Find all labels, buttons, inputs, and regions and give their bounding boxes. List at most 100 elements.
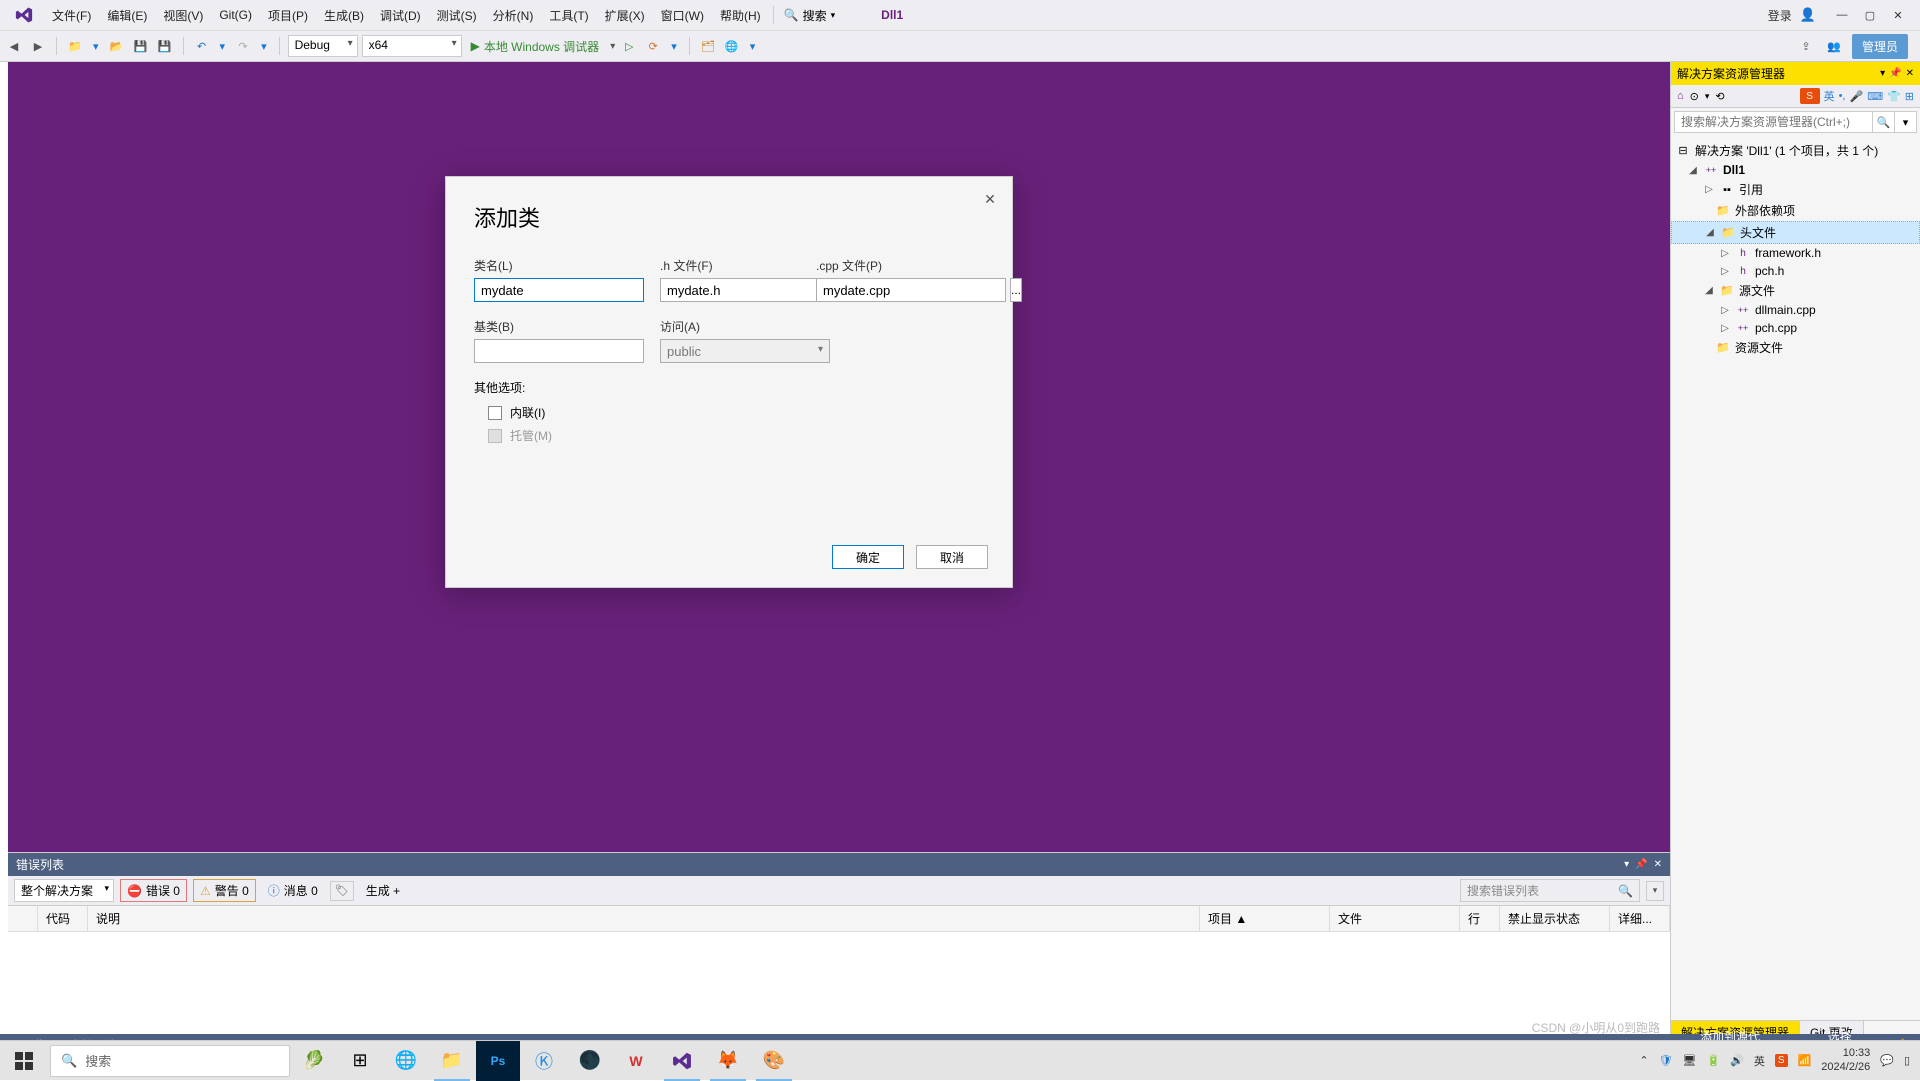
menu-edit[interactable]: 编辑(E) xyxy=(99,3,155,28)
col-state[interactable]: 禁止显示状态 xyxy=(1500,906,1610,931)
ime-shirt-icon[interactable]: 👕 xyxy=(1887,90,1901,103)
maximize-button[interactable]: ▢ xyxy=(1862,7,1878,23)
tray-clock[interactable]: 10:33 2024/2/26 xyxy=(1821,1047,1870,1073)
col-icon[interactable] xyxy=(8,906,38,931)
taskbar-app-firefox[interactable]: 🦊 xyxy=(706,1041,750,1081)
tray-notification-icon[interactable]: 💬 xyxy=(1880,1054,1894,1067)
ime-punct-icon[interactable]: •, xyxy=(1839,90,1846,102)
expand-icon[interactable]: ▷ xyxy=(1703,184,1715,195)
col-detail[interactable]: 详细... xyxy=(1610,906,1670,931)
home-icon[interactable]: ⌂ xyxy=(1677,90,1684,102)
scope-combo[interactable]: 整个解决方案 xyxy=(14,879,114,902)
taskbar-app-explorer[interactable]: 📁 xyxy=(430,1041,474,1081)
menu-file[interactable]: 文件(F) xyxy=(44,3,99,28)
hot-reload-dropdown[interactable]: ▾ xyxy=(667,40,681,53)
project-node[interactable]: ◢ ++ Dll1 xyxy=(1671,161,1920,179)
redo-icon[interactable]: ↷ xyxy=(233,36,253,56)
start-button[interactable] xyxy=(0,1041,48,1081)
panel-close-icon[interactable]: ✕ xyxy=(1906,68,1914,79)
start-nodebug-icon[interactable]: ▷ xyxy=(619,36,639,56)
tray-sogou-icon[interactable]: S xyxy=(1775,1054,1788,1067)
col-line[interactable]: 行 xyxy=(1460,906,1500,931)
taskbar-app-paint[interactable]: 🎨 xyxy=(752,1041,796,1081)
close-button[interactable]: ✕ xyxy=(1890,7,1906,23)
chevron-down-icon[interactable]: ▾ xyxy=(1705,91,1710,102)
cpp-file-input[interactable] xyxy=(816,278,1006,302)
file-node[interactable]: ▷ h framework.h xyxy=(1671,244,1920,262)
tray-shield-icon[interactable]: 🛡 xyxy=(1659,1054,1673,1067)
redo-dropdown[interactable]: ▾ xyxy=(257,40,271,53)
errors-filter[interactable]: ⛔错误 0 xyxy=(120,879,187,902)
user-icon[interactable]: 👤 xyxy=(1800,7,1816,23)
ime-keyboard-icon[interactable]: ⌨ xyxy=(1867,90,1883,103)
file-node[interactable]: ▷ ++ pch.cpp xyxy=(1671,319,1920,337)
sources-node[interactable]: ◢ 📁 源文件 xyxy=(1671,280,1920,301)
config-combo[interactable]: Debug xyxy=(288,35,358,57)
pin-icon[interactable]: 📌 xyxy=(1635,859,1647,870)
taskbar-app-misc[interactable]: 🥬 xyxy=(292,1041,336,1081)
new-project-icon[interactable]: 📁 xyxy=(65,36,85,56)
expand-icon[interactable]: ▷ xyxy=(1719,248,1731,259)
undo-dropdown[interactable]: ▾ xyxy=(216,40,230,53)
browser-icon[interactable]: 🌐 xyxy=(722,36,742,56)
menu-analyze[interactable]: 分析(N) xyxy=(485,3,542,28)
menu-test[interactable]: 测试(S) xyxy=(429,3,485,28)
menubar-search[interactable]: 🔍 搜索 ▾ xyxy=(778,5,842,26)
messages-filter[interactable]: ⓘ消息 0 xyxy=(262,880,324,901)
external-deps-node[interactable]: 📁 外部依赖项 xyxy=(1671,200,1920,221)
cpp-browse-button[interactable]: ... xyxy=(1010,278,1022,302)
tray-monitor-icon[interactable]: 🖥 xyxy=(1683,1054,1697,1067)
refresh-icon[interactable]: ⟲ xyxy=(1715,90,1724,103)
menu-project[interactable]: 项目(P) xyxy=(260,3,316,28)
liveshare-icon[interactable]: 👥 xyxy=(1824,36,1844,56)
resources-node[interactable]: 📁 资源文件 xyxy=(1671,337,1920,358)
taskbar-search[interactable]: 🔍 搜索 xyxy=(50,1045,290,1077)
menu-git[interactable]: Git(G) xyxy=(211,4,260,26)
taskbar-app-wps[interactable]: W xyxy=(614,1041,658,1081)
file-node[interactable]: ▷ h pch.h xyxy=(1671,262,1920,280)
taskbar-app-k[interactable]: Ⓚ xyxy=(522,1041,566,1081)
collapse-icon[interactable]: ◢ xyxy=(1704,227,1716,238)
panel-dropdown-icon[interactable]: ▾ xyxy=(1880,68,1885,79)
ok-button[interactable]: 确定 xyxy=(832,545,904,569)
expand-icon[interactable]: ▷ xyxy=(1719,323,1731,334)
start-debug-button[interactable]: 本地 Windows 调试器 xyxy=(466,35,609,58)
open-icon[interactable]: 📂 xyxy=(107,36,127,56)
col-project[interactable]: 项目 ▲ xyxy=(1200,906,1330,931)
debug-dropdown[interactable]: ▾ xyxy=(610,41,615,52)
tray-desktop-icon[interactable]: ▯ xyxy=(1904,1054,1910,1067)
panel-close-icon[interactable]: ✕ xyxy=(1654,859,1662,870)
menu-help[interactable]: 帮助(H) xyxy=(712,3,769,28)
menu-build[interactable]: 生成(B) xyxy=(316,3,372,28)
file-node[interactable]: ▷ ++ dllmain.cpp xyxy=(1671,301,1920,319)
col-code[interactable]: 代码 xyxy=(38,906,88,931)
share-icon[interactable]: ⇪ xyxy=(1796,36,1816,56)
build-filter[interactable]: 生成 + xyxy=(360,880,406,901)
panel-dropdown-icon[interactable]: ▾ xyxy=(1624,859,1629,870)
base-class-input[interactable] xyxy=(474,339,644,363)
menu-view[interactable]: 视图(V) xyxy=(155,3,211,28)
sync-icon[interactable]: ⊙ xyxy=(1690,90,1699,103)
expand-icon[interactable]: ▷ xyxy=(1719,305,1731,316)
taskbar-taskview[interactable]: ⊞ xyxy=(338,1041,382,1081)
tray-ime-icon[interactable]: 英 xyxy=(1754,1053,1765,1069)
tray-chevron-icon[interactable]: ⌃ xyxy=(1639,1054,1648,1067)
expand-icon[interactable]: ▷ xyxy=(1719,266,1731,277)
save-all-icon[interactable]: 💾 xyxy=(155,36,175,56)
search-input[interactable] xyxy=(1674,111,1873,133)
solution-node[interactable]: ⊟ 解决方案 'Dll1' (1 个项目，共 1 个) xyxy=(1671,140,1920,161)
hot-reload-icon[interactable]: ⟳ xyxy=(643,36,663,56)
collapse-icon[interactable]: ◢ xyxy=(1687,165,1699,176)
collapse-icon[interactable]: ◢ xyxy=(1703,285,1715,296)
menu-debug[interactable]: 调试(D) xyxy=(372,3,429,28)
tray-battery-icon[interactable]: 🔋 xyxy=(1707,1054,1721,1067)
browser-dropdown[interactable]: ▾ xyxy=(746,40,760,53)
new-dropdown[interactable]: ▾ xyxy=(89,40,103,53)
login-link[interactable]: 登录 xyxy=(1768,7,1792,24)
headers-node[interactable]: ◢ 📁 头文件 xyxy=(1671,221,1920,244)
undo-icon[interactable]: ↶ xyxy=(192,36,212,56)
ime-grid-icon[interactable]: ⊞ xyxy=(1905,90,1914,103)
nav-fwd-icon[interactable]: ▶ xyxy=(28,36,48,56)
filter-icon[interactable]: 🏷 xyxy=(330,881,354,901)
menu-window[interactable]: 窗口(W) xyxy=(653,3,712,28)
